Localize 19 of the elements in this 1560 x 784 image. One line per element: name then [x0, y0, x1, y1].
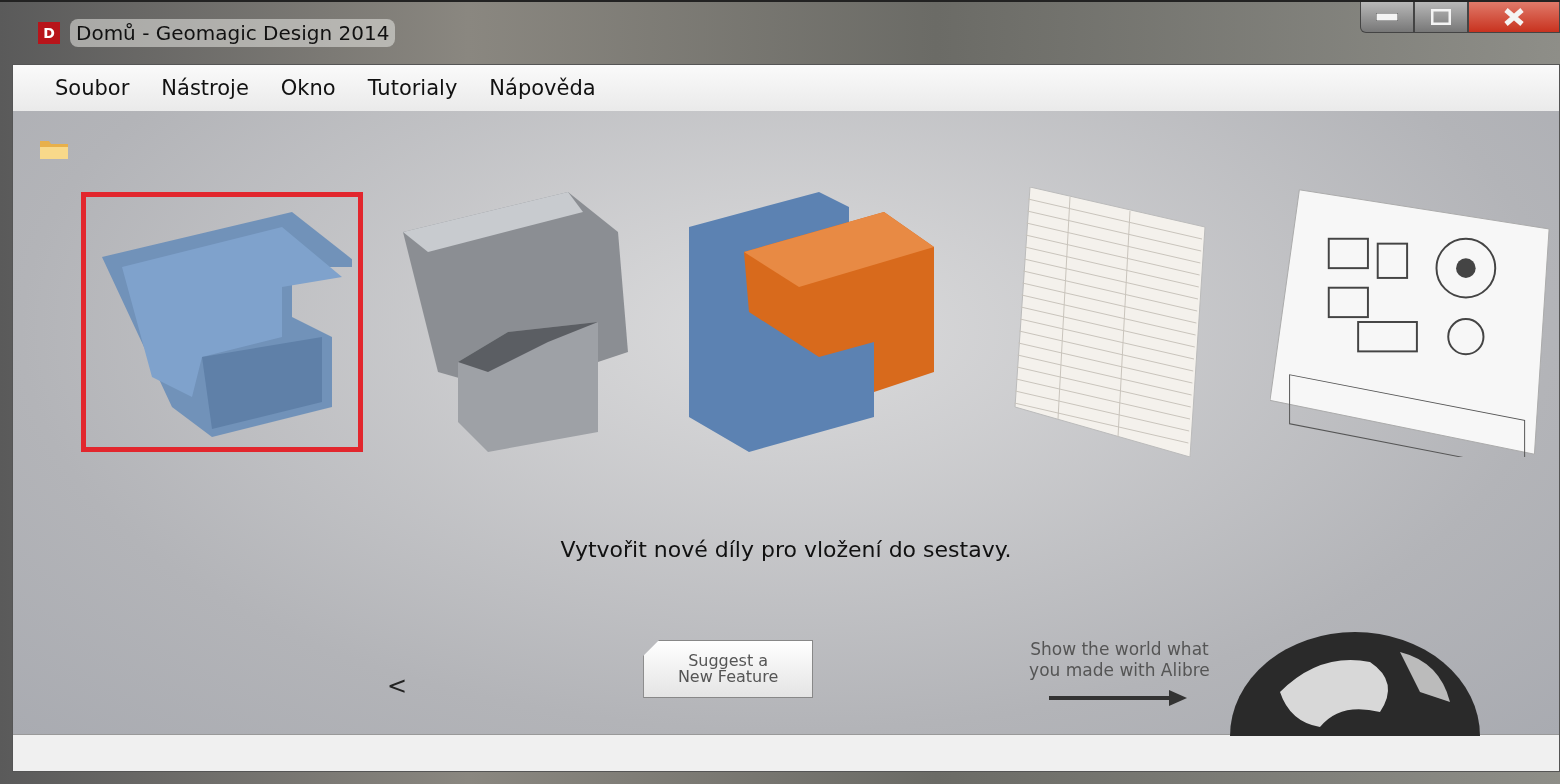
minimize-icon: [1376, 13, 1398, 21]
close-button[interactable]: [1468, 2, 1560, 33]
promo-text[interactable]: Show the world what you made with Alibre: [1029, 639, 1210, 680]
window-title: Domů - Geomagic Design 2014: [70, 19, 396, 47]
minimize-button[interactable]: [1360, 2, 1414, 33]
menu-item[interactable]: Nápověda: [489, 76, 596, 100]
globe-drawing[interactable]: [1229, 632, 1480, 736]
template-tile[interactable]: [81, 192, 363, 452]
close-icon: [1503, 8, 1525, 26]
maximize-icon: [1431, 9, 1451, 25]
menu-item[interactable]: Nástroje: [161, 76, 249, 100]
menu-item[interactable]: Tutorialy: [367, 76, 458, 100]
maximize-button[interactable]: [1414, 2, 1468, 33]
suggest-feature-button[interactable]: Suggest a New Feature: [643, 640, 814, 698]
menu-item[interactable]: Okno: [280, 76, 336, 100]
template-description: Vytvořit nové díly pro vložení do sestavy.: [559, 537, 1013, 562]
previous-button[interactable]: <: [387, 672, 408, 700]
app-icon: D: [38, 22, 60, 44]
menu-item[interactable]: Soubor: [55, 76, 130, 100]
